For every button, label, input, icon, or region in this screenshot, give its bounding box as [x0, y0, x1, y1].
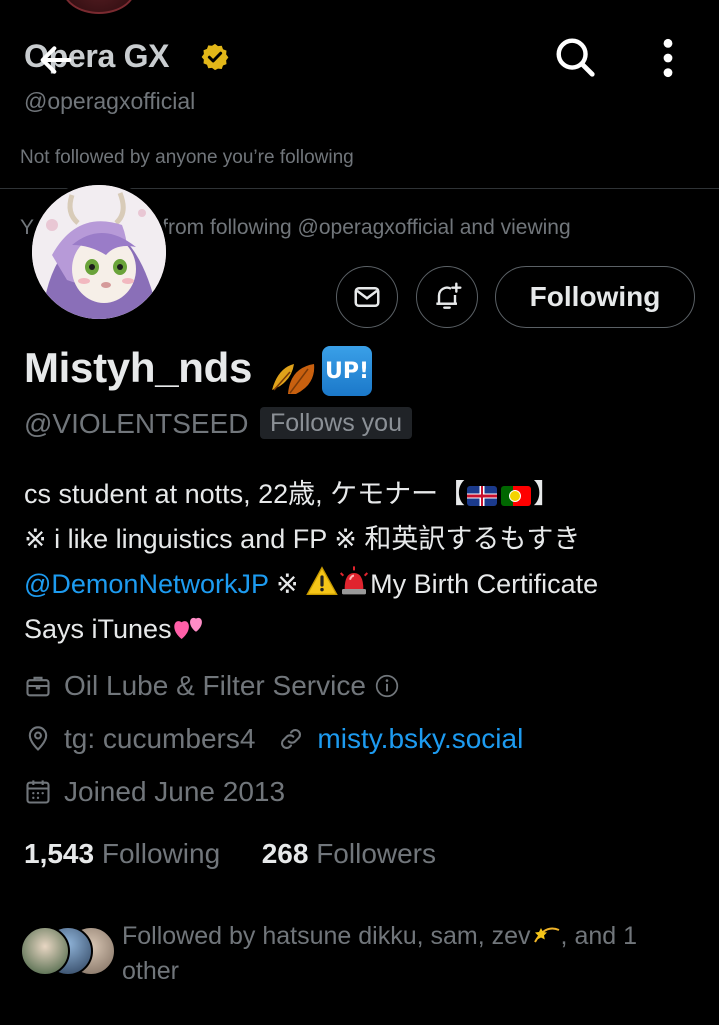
link-icon	[281, 728, 302, 750]
bell-plus-icon	[436, 282, 462, 309]
location-website-row: tg: cucumbers4 misty.bsky.social	[24, 723, 523, 755]
avatar-illustration	[32, 185, 166, 319]
bio: cs student at notts, 22歳, ケモナー【 】 ※ i lik…	[24, 472, 714, 652]
follower-avatar	[20, 926, 70, 976]
followed-by-names: Followed by hatsune dikku, sam, zev	[122, 922, 531, 950]
display-name: Mistyh_nds	[24, 344, 253, 391]
follow-stats: 1,543 Following 268 Followers	[24, 838, 436, 870]
bio-line-4: Says iTunes	[24, 607, 714, 652]
bio-line-1: cs student at notts, 22歳, ケモナー【 】	[24, 472, 714, 517]
work-row: Oil Lube & Filter Service	[24, 670, 400, 702]
briefcase-icon	[26, 676, 50, 697]
bio-line-1-end: 】	[533, 479, 561, 509]
location-text: tg: cucumbers4	[64, 723, 256, 754]
work-text: Oil Lube & Filter Service	[64, 670, 366, 701]
avatar[interactable]	[28, 181, 170, 323]
up-badge-icon: UP!	[322, 346, 372, 396]
verified-badge-icon	[201, 43, 229, 71]
followed-by-text[interactable]: Followed by hatsune dikku, sam, zev, and…	[122, 919, 682, 989]
header-avatar-peek	[62, 0, 136, 14]
joined-text: Joined June 2013	[64, 776, 286, 807]
more-vert-icon[interactable]	[650, 36, 686, 80]
fallen-leaf-icon	[272, 364, 315, 394]
joined-row: Joined June 2013	[24, 776, 285, 808]
bio-line-1-text: cs student at notts, 22歳, ケモナー【	[24, 479, 466, 509]
notifications-button[interactable]	[416, 266, 478, 328]
two-hearts-icon	[173, 617, 202, 639]
calendar-icon	[26, 780, 50, 804]
siren-icon	[340, 566, 369, 595]
following-count: 1,543	[24, 838, 95, 869]
header-profile-handle: @operagxofficial	[24, 88, 196, 114]
followers-avatars[interactable]	[20, 926, 116, 976]
mail-icon	[354, 287, 380, 307]
profile-handle: @VIOLENTSEED	[24, 408, 249, 439]
bio-line-3-text: My Birth Certificate	[370, 569, 599, 599]
followers-count: 268	[261, 838, 309, 869]
back-arrow-icon[interactable]	[36, 40, 76, 80]
bio-separator: ※	[268, 569, 307, 599]
info-icon[interactable]	[374, 673, 400, 699]
following-button[interactable]: Following	[495, 266, 695, 328]
bio-line-2: ※ i like linguistics and FP ※ 和英訳するもすき	[24, 524, 581, 554]
warning-icon	[306, 566, 338, 595]
follows-you-badge: Follows you	[260, 407, 412, 439]
search-icon[interactable]	[552, 34, 598, 80]
location-pin-icon	[28, 726, 48, 751]
not-followed-notice: Not followed by anyone you’re following	[20, 147, 354, 168]
following-stat[interactable]: 1,543 Following	[24, 838, 220, 869]
portugal-flag-icon	[501, 485, 532, 506]
uk-flag-icon	[467, 485, 498, 506]
dizzy-star-icon	[533, 927, 559, 943]
message-button[interactable]	[336, 266, 398, 328]
followers-stat[interactable]: 268 Followers	[262, 838, 436, 869]
bio-mention-link[interactable]: @DemonNetworkJP	[24, 569, 269, 599]
bio-line-4-text: Says iTunes	[24, 614, 172, 644]
followers-label: Followers	[316, 838, 437, 869]
following-label: Following	[101, 838, 221, 869]
bio-line-3: @DemonNetworkJP ※ My Birth Certificate	[24, 562, 714, 607]
website-link[interactable]: misty.bsky.social	[317, 723, 523, 755]
